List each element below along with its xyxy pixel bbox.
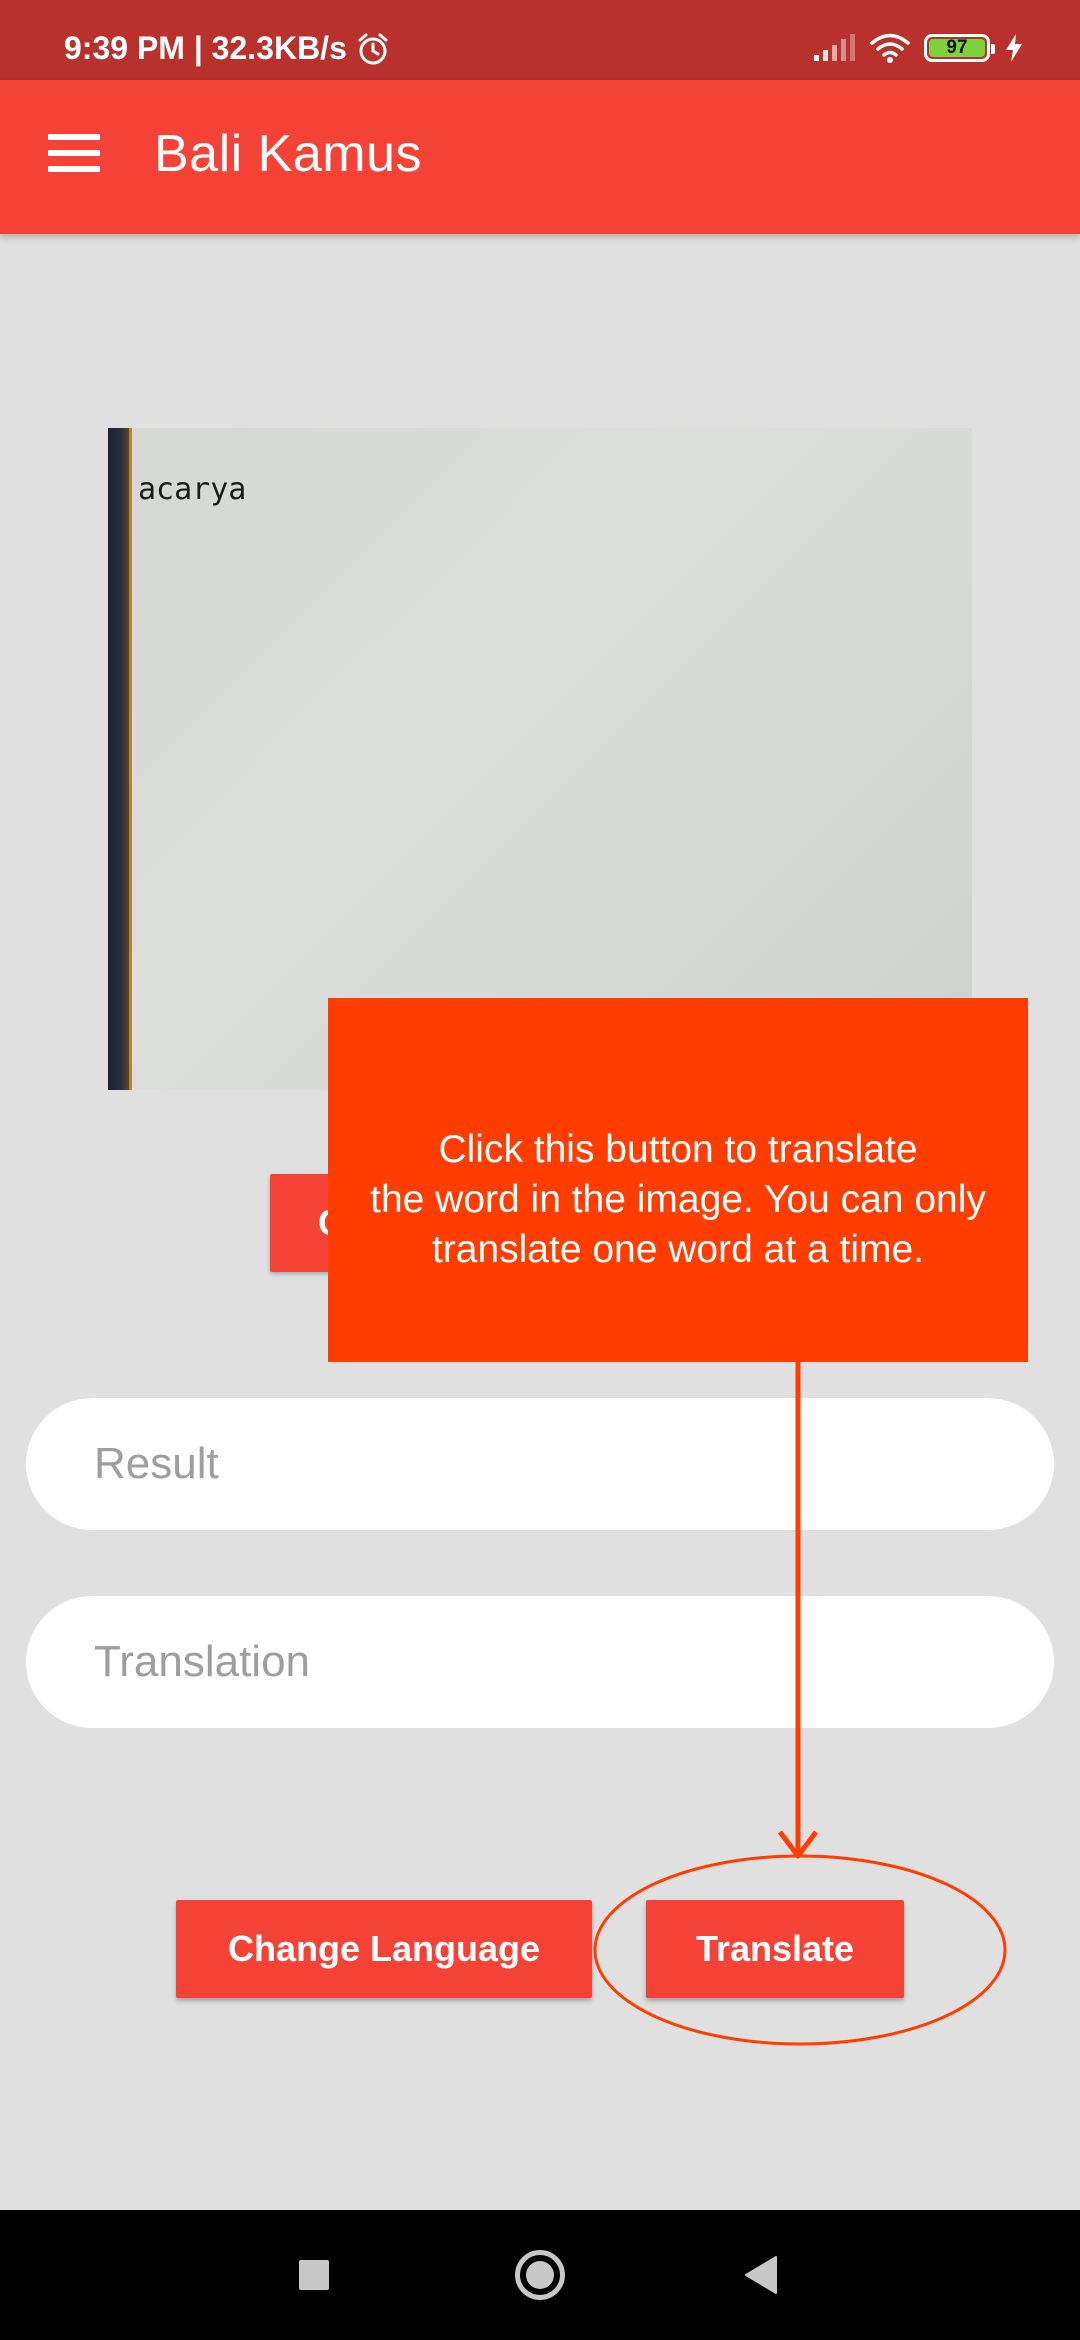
circle-icon [515,2250,565,2300]
home-button[interactable] [480,2210,600,2340]
battery-level: 97 [929,37,985,58]
lightning-bolt-icon [1006,34,1022,62]
result-field[interactable] [26,1398,1054,1530]
navigation-bar [0,2210,1080,2340]
page-title: Bali Kamus [154,125,422,183]
recents-button[interactable] [254,2210,374,2340]
wifi-icon [870,33,910,63]
battery-icon: 97 [924,34,995,62]
status-icons: 97 [812,28,1024,68]
image-word-text: acarya [138,472,247,507]
square-icon [299,2260,329,2290]
status-bar: 9:39 PM | 32.3KB/s 97 [0,0,1080,80]
hamburger-menu-icon[interactable] [48,134,104,180]
translation-field[interactable] [26,1596,1054,1728]
image-edge [108,428,132,1090]
triangle-back-icon [745,2256,777,2294]
back-button[interactable] [700,2210,820,2340]
translate-button[interactable]: Translate [646,1900,904,1998]
cell-signal-icon [814,34,855,61]
change-language-button[interactable]: Change Language [176,1900,592,1998]
tutorial-arrow-head [778,1830,818,1859]
tutorial-tooltip: Click this button to translate the word … [328,998,1028,1362]
status-time: 9:39 PM | 32.3KB/s [64,30,347,66]
app-bar: Bali Kamus [0,80,1080,234]
alarm-clock-icon [358,33,388,65]
captured-image: acarya [108,428,972,1090]
